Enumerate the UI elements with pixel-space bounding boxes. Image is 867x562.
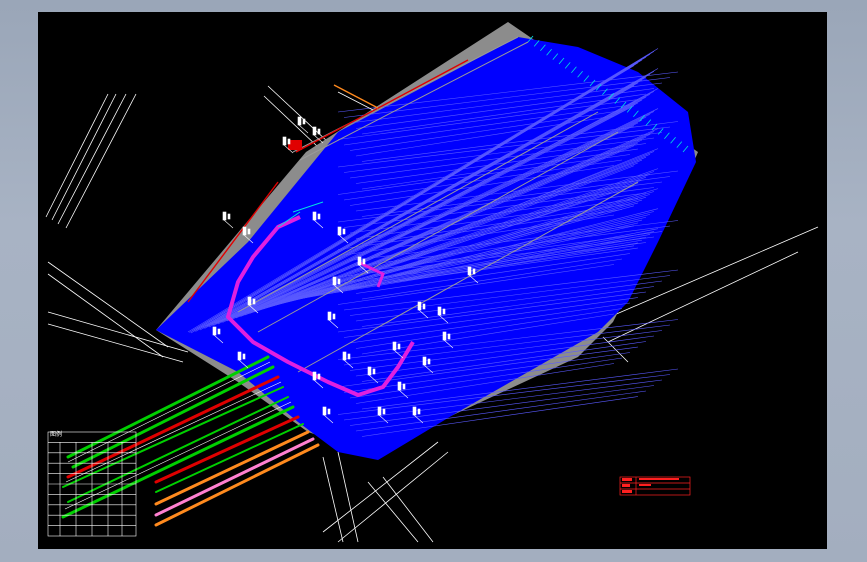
- annotation-tag: [342, 351, 347, 361]
- annotation-tag: [317, 213, 321, 220]
- annotation-tag: [337, 278, 341, 285]
- annotation-tag: [397, 381, 402, 391]
- annotation-tag: [442, 308, 446, 315]
- legend-table: [47, 431, 137, 537]
- annotation-tag: [382, 408, 386, 415]
- cad-drawing-canvas[interactable]: 图例: [38, 12, 827, 549]
- annotation-tag: [392, 341, 397, 351]
- title-block-marks: [622, 478, 679, 493]
- annotation-tag: [332, 313, 336, 320]
- annotation-tag: [312, 211, 317, 221]
- annotation-tag: [317, 128, 321, 135]
- annotation-tag: [402, 383, 406, 390]
- white-line-top: [337, 91, 374, 111]
- annotation-tag: [297, 116, 302, 126]
- annotation-tag: [422, 303, 426, 310]
- annotation-tag: [317, 373, 321, 380]
- annotation-tag: [412, 406, 417, 416]
- annotation-tag: [372, 368, 376, 375]
- legend-title: 图例: [50, 430, 62, 438]
- annotation-tag: [237, 351, 242, 361]
- annotation-tag: [287, 138, 291, 145]
- annotation-tag: [247, 228, 251, 235]
- annotation-tag: [367, 366, 372, 376]
- annotation-tag: [377, 406, 382, 416]
- annotation-tag: [397, 343, 401, 350]
- annotation-tag: [212, 326, 217, 336]
- annotation-tag: [302, 118, 306, 125]
- annotation-tag: [332, 276, 337, 286]
- annotation-tag: [247, 296, 252, 306]
- annotation-tag: [427, 358, 431, 365]
- annotation-tag: [417, 408, 421, 415]
- cad-drawing: 图例: [45, 22, 819, 543]
- orange-line-top: [333, 84, 379, 109]
- annotation-tag: [357, 256, 362, 266]
- annotation-tag: [312, 371, 317, 381]
- annotation-tag: [282, 136, 287, 146]
- annotation-tag: [447, 333, 451, 340]
- annotation-tag: [437, 306, 442, 316]
- annotation-tag: [222, 211, 227, 221]
- annotation-tag: [242, 226, 247, 236]
- annotation-tag: [347, 353, 351, 360]
- annotation-tag: [472, 268, 476, 275]
- annotation-tag: [252, 298, 256, 305]
- annotation-tag: [312, 126, 317, 136]
- annotation-tag: [422, 356, 427, 366]
- annotation-tag: [417, 301, 422, 311]
- annotation-leader: [223, 219, 234, 229]
- annotation-leader: [298, 124, 309, 134]
- annotation-tag: [342, 228, 346, 235]
- annotation-tag: [227, 213, 231, 220]
- annotation-tag: [217, 328, 221, 335]
- annotation-tag: [242, 353, 246, 360]
- annotation-tag: [327, 408, 331, 415]
- annotation-tag: [327, 311, 332, 321]
- annotation-tag: [442, 331, 447, 341]
- annotation-tag: [337, 226, 342, 236]
- annotation-tag: [322, 406, 327, 416]
- annotation-tag: [467, 266, 472, 276]
- annotation-tag: [362, 258, 366, 265]
